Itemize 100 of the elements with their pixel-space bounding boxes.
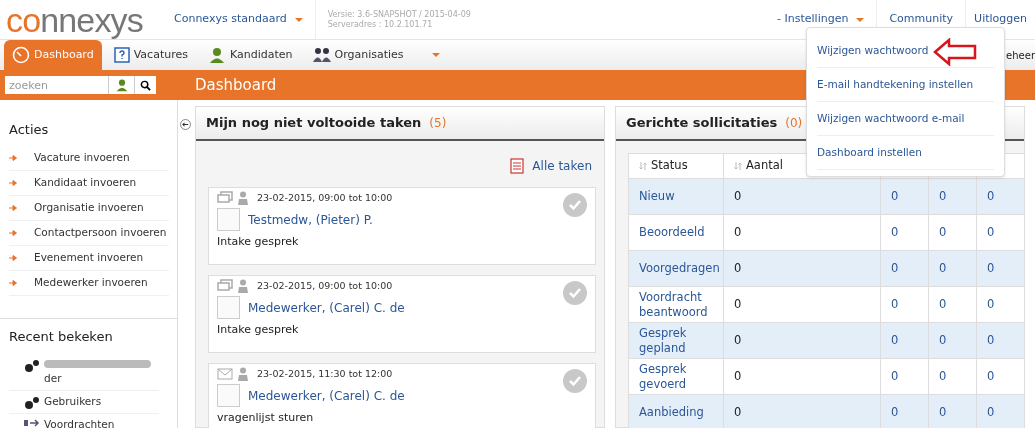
table-cell[interactable]: 0	[928, 250, 977, 287]
collapse-button[interactable]	[180, 119, 191, 130]
table-cell[interactable]: 0	[880, 250, 929, 287]
table-cell[interactable]: 0	[976, 286, 1025, 323]
list-icon	[510, 158, 525, 174]
table-cell[interactable]: 0	[928, 286, 977, 323]
table-cell[interactable]: 0	[976, 250, 1025, 287]
server-address: Serveradres : 10.2.101.71	[327, 19, 434, 30]
table-cell[interactable]: Voordracht beantwoord	[628, 286, 724, 323]
task-time: 23-02-2015, 09:00 tot 10:00	[257, 279, 393, 293]
table-cell[interactable]: Voorgedragen	[628, 250, 724, 287]
table-cell[interactable]: Gesprek gepland	[628, 322, 724, 359]
nav-tab[interactable]: Vacatures	[105, 40, 196, 70]
caret-icon	[856, 17, 865, 22]
arrow-icon	[9, 279, 17, 286]
table-cell[interactable]: 0	[976, 358, 1025, 395]
all-tasks-link[interactable]: Alle taken	[510, 157, 592, 175]
check-icon	[568, 287, 582, 299]
column-header[interactable]: Status	[628, 153, 724, 179]
menu-item[interactable]: Dashboard instellen	[817, 136, 994, 170]
action-link[interactable]: Contactpersoon invoeren	[9, 220, 169, 246]
table-cell[interactable]: 0	[928, 214, 977, 251]
person-icon	[207, 46, 226, 64]
gauge-icon	[12, 46, 30, 64]
people-icon	[312, 47, 331, 63]
complete-check-button[interactable]	[563, 369, 587, 393]
section-heading: Acties	[9, 121, 50, 139]
avatar-placeholder	[217, 208, 240, 232]
count-label: (5)	[429, 115, 447, 132]
table-cell[interactable]: Beoordeeld	[628, 214, 724, 251]
environment-dropdown[interactable]: Connexys standaard	[162, 0, 316, 39]
table-cell[interactable]: 0	[880, 358, 929, 395]
search-icon	[140, 79, 151, 91]
check-icon	[568, 199, 582, 211]
table-cell[interactable]: 0	[880, 178, 929, 215]
count-label: (0)	[785, 115, 803, 132]
complete-check-button[interactable]	[563, 193, 587, 217]
action-link[interactable]: Organisatie invoeren	[9, 195, 169, 221]
person-icon	[237, 367, 249, 382]
table-cell: 0	[723, 358, 881, 395]
person-search-button[interactable]	[108, 76, 134, 94]
action-link[interactable]: Vacature invoeren	[9, 145, 169, 171]
table-cell: 0	[723, 250, 881, 287]
nav-tab[interactable]: Kandidaten	[199, 40, 301, 70]
person-icon	[237, 191, 249, 206]
table-cell: 0	[723, 178, 881, 215]
table-cell[interactable]: 0	[976, 214, 1025, 251]
complete-check-button[interactable]	[563, 281, 587, 305]
arrow-icon	[9, 254, 17, 261]
arrow-icon	[9, 229, 17, 236]
table-cell[interactable]: Aanbieding	[628, 394, 724, 428]
recent-item[interactable]: der	[9, 354, 159, 391]
sort-icon	[639, 161, 647, 170]
arrow-icon	[9, 204, 17, 211]
task-time: 23-02-2015, 09:00 tot 10:00	[257, 191, 393, 205]
table-cell[interactable]: 0	[880, 214, 929, 251]
table-cell[interactable]: 0	[976, 322, 1025, 359]
caret-icon	[431, 53, 440, 57]
nav-tab[interactable]: eheer	[1006, 40, 1035, 70]
action-link[interactable]: Evenement invoeren	[9, 245, 169, 271]
panel-title: Gerichte sollicitaties	[626, 114, 778, 133]
task-description: vragenlijst sturen	[217, 410, 315, 427]
person-link[interactable]: Testmedw, (Pieter) P.	[248, 210, 373, 229]
recent-item[interactable]: Gebruikers	[9, 390, 159, 414]
menu-item[interactable]: Wijzigen wachtwoord	[817, 34, 994, 68]
avatar-placeholder	[217, 296, 240, 320]
search-button[interactable]	[134, 76, 156, 94]
arrow-icon	[9, 154, 17, 161]
task-description: Intake gesprek	[217, 234, 300, 251]
recent-label: der	[44, 371, 63, 386]
table-cell[interactable]: 0	[880, 286, 929, 323]
menu-item[interactable]: Wijzigen wachtwoord e-mail	[817, 102, 994, 136]
section-heading: Recent bekeken	[9, 327, 114, 346]
table-cell: 0	[723, 322, 881, 359]
recent-item[interactable]: Voordrachten	[9, 413, 159, 428]
page-title: Dashboard	[195, 74, 277, 96]
sort-icon	[734, 161, 742, 170]
person-icon	[237, 279, 249, 294]
nav-tab[interactable]: Organisaties	[304, 40, 412, 70]
person-link[interactable]: Medewerker, (Carel) C. de	[248, 386, 405, 405]
table-cell[interactable]: Gesprek gevoerd	[628, 358, 724, 395]
table-cell: 0	[723, 214, 881, 251]
menu-item[interactable]: E-mail handtekening instellen	[817, 68, 994, 102]
search-field[interactable]: zoeken	[5, 76, 108, 94]
table-cell[interactable]: 0	[928, 358, 977, 395]
person-link[interactable]: Medewerker, (Carel) C. de	[248, 298, 405, 317]
table-cell[interactable]: 0	[928, 178, 977, 215]
table-cell[interactable]: 0	[880, 322, 929, 359]
table-cell[interactable]: 0	[976, 178, 1025, 215]
person-icon	[114, 78, 129, 92]
panel-title: Mijn nog niet voltooide taken	[206, 114, 422, 133]
table-cell: 0	[723, 286, 881, 323]
action-link[interactable]: Medewerker invoeren	[9, 270, 169, 296]
table-cell[interactable]: Nieuw	[628, 178, 724, 215]
recent-label: Gebruikers	[44, 393, 102, 409]
task-description: Intake gesprek	[217, 322, 300, 339]
avatar-placeholder	[217, 384, 240, 408]
action-link[interactable]: Kandidaat invoeren	[9, 170, 169, 196]
logo[interactable]: connexys	[0, 2, 162, 37]
table-cell[interactable]: 0	[928, 322, 977, 359]
